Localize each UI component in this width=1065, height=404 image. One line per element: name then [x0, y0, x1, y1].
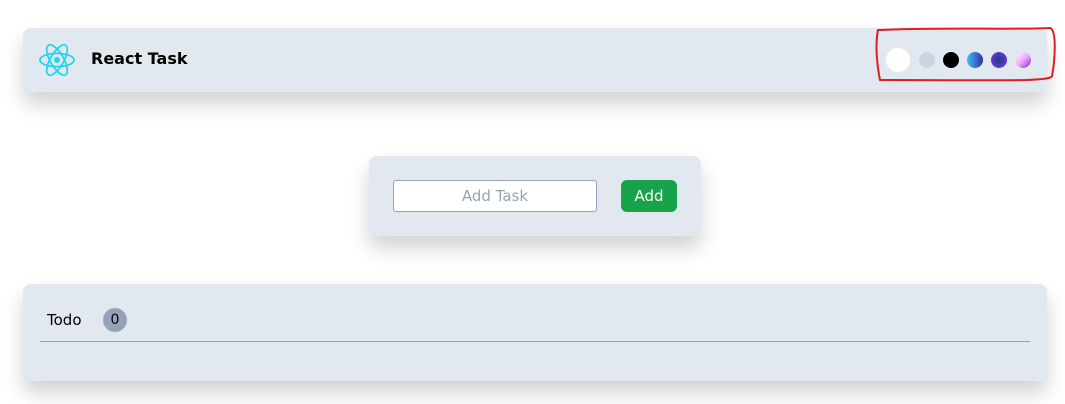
task-input[interactable]: [393, 180, 597, 212]
theme-purple-x-button[interactable]: [991, 52, 1007, 68]
app-title: React Task: [91, 49, 188, 68]
todo-heading: Todo: [47, 311, 82, 329]
theme-pink-gradient-button[interactable]: [1015, 52, 1031, 68]
theme-black-button[interactable]: [943, 52, 959, 68]
app-header: React Task: [23, 28, 1047, 92]
todo-section: Todo 0: [23, 284, 1047, 381]
divider: [40, 341, 1030, 342]
theme-white-button[interactable]: [886, 48, 910, 72]
theme-blue-gradient-button[interactable]: [967, 52, 983, 68]
add-button[interactable]: Add: [621, 180, 677, 212]
theme-light-gray-button[interactable]: [919, 52, 935, 68]
react-logo-icon: [39, 43, 75, 77]
add-task-form: Add: [369, 156, 701, 236]
todo-count-badge: 0: [103, 308, 127, 332]
